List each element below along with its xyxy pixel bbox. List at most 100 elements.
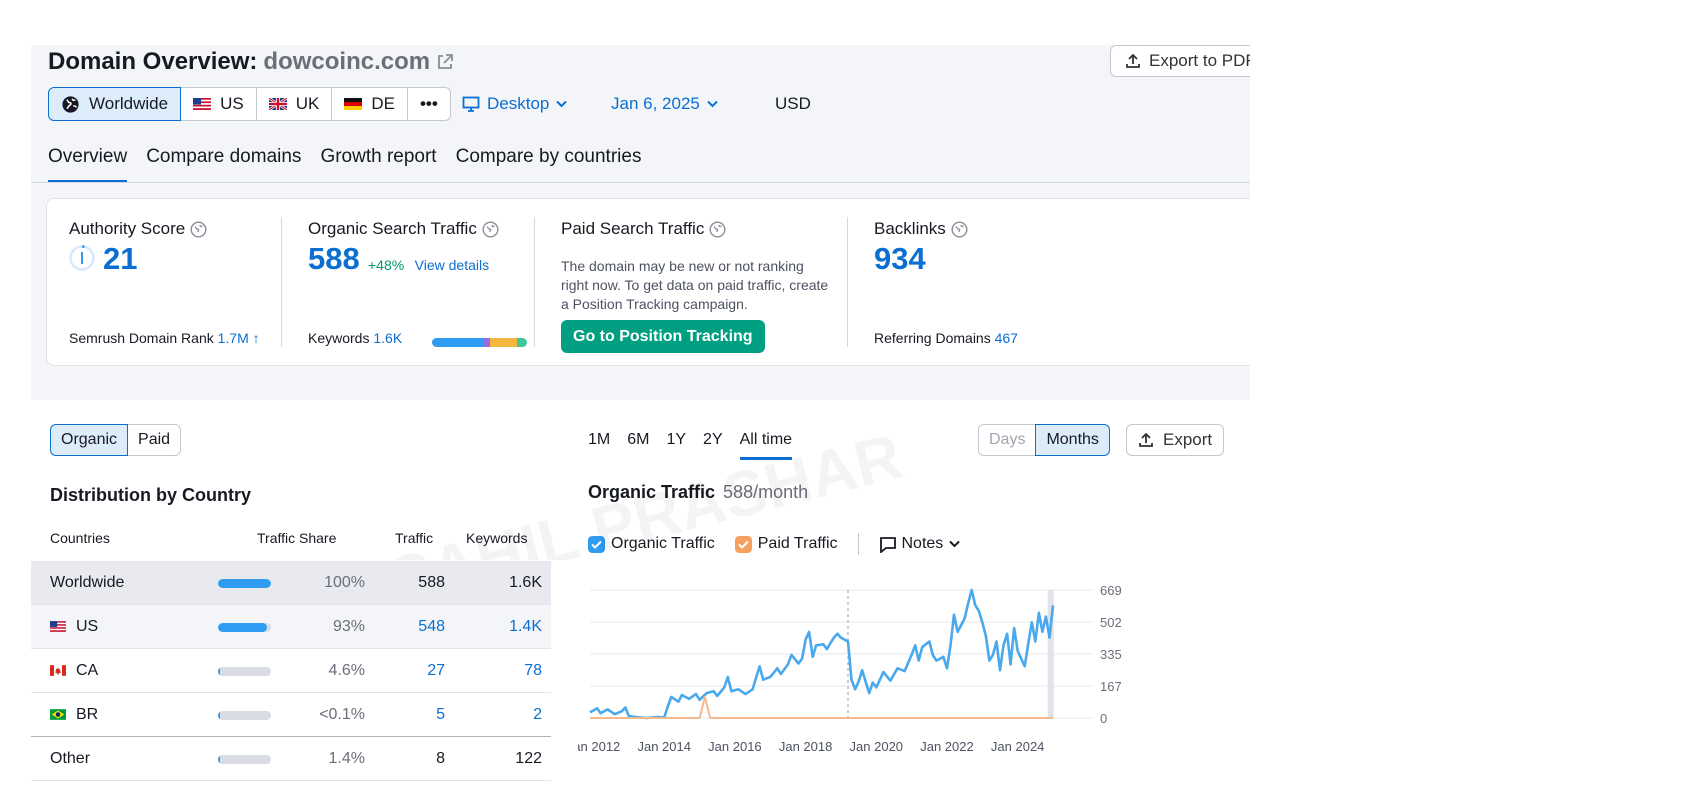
paid-traffic-label: Paid Search Traffic bbox=[561, 219, 726, 239]
traffic-value[interactable]: 27 bbox=[427, 649, 445, 693]
time-range-tabs: 1M 6M 1Y 2Y All time bbox=[588, 430, 809, 460]
tab-growth-report[interactable]: Growth report bbox=[320, 143, 436, 183]
traffic-value[interactable]: 5 bbox=[436, 693, 445, 737]
col-traffic[interactable]: Traffic bbox=[395, 530, 433, 546]
metric-divider bbox=[847, 217, 848, 347]
top-panel: Domain Overview: dowcoinc.com Export to … bbox=[31, 45, 1250, 400]
traffic-value[interactable]: 548 bbox=[418, 605, 445, 649]
globe-icon bbox=[62, 95, 79, 113]
organic-traffic-value[interactable]: 588 bbox=[308, 241, 360, 277]
table-row[interactable]: CA 4.6% 27 78 bbox=[31, 649, 551, 693]
organic-traffic-chart[interactable]: 0 167 335 502 669 Jan 2012 Jan 2014 Jan 2016 Jan… bbox=[578, 578, 1208, 778]
source-toggle: Organic Paid bbox=[50, 424, 182, 456]
keyword-intent-bar[interactable] bbox=[432, 338, 527, 347]
col-countries: Countries bbox=[50, 530, 110, 546]
region-more-button[interactable]: ••• bbox=[406, 87, 451, 121]
tab-compare-domains[interactable]: Compare domains bbox=[146, 143, 301, 183]
table-row[interactable]: BR <0.1% 5 2 bbox=[31, 693, 551, 737]
metric-divider bbox=[281, 217, 282, 347]
backlinks-title: Backlinks bbox=[874, 219, 946, 238]
legend-organic-toggle[interactable]: Organic Traffic bbox=[588, 535, 715, 553]
organic-traffic-title: Organic Search Traffic bbox=[308, 219, 477, 238]
share-fill bbox=[218, 711, 221, 720]
export-pdf-button[interactable]: Export to PDF bbox=[1110, 45, 1250, 77]
legend-organic-label: Organic Traffic bbox=[611, 535, 715, 552]
chart-title: Organic Traffic 588/month bbox=[588, 482, 808, 503]
device-dropdown[interactable]: Desktop bbox=[462, 87, 568, 121]
date-dropdown[interactable]: Jan 6, 2025 bbox=[611, 87, 718, 121]
info-icon[interactable] bbox=[190, 220, 207, 238]
chevron-down-icon bbox=[556, 100, 568, 108]
range-6m[interactable]: 6M bbox=[627, 430, 649, 460]
export-button[interactable]: Export bbox=[1126, 424, 1225, 456]
region-de-label: DE bbox=[371, 94, 395, 113]
traffic-share-value: 100% bbox=[324, 574, 365, 591]
keywords-value[interactable]: 78 bbox=[524, 649, 542, 693]
range-1m[interactable]: 1M bbox=[588, 430, 610, 460]
authority-score-label: Authority Score bbox=[69, 219, 207, 239]
granularity-toggle: Days Months bbox=[978, 424, 1110, 456]
granularity-days-button[interactable]: Days bbox=[978, 424, 1037, 456]
notes-dropdown[interactable]: Notes bbox=[879, 535, 961, 553]
col-traffic-share[interactable]: Traffic Share bbox=[257, 530, 336, 546]
metric-divider bbox=[534, 217, 535, 347]
device-label: Desktop bbox=[487, 94, 550, 113]
desktop-icon bbox=[462, 96, 480, 112]
export-label: Export bbox=[1163, 430, 1213, 449]
chart-legend: Organic Traffic Paid Traffic Notes bbox=[588, 532, 980, 556]
de-flag-icon bbox=[344, 98, 363, 110]
country-name: US bbox=[50, 605, 98, 649]
title-domain-link[interactable]: dowcoinc.com bbox=[263, 48, 430, 76]
range-1y[interactable]: 1Y bbox=[666, 430, 686, 460]
legend-paid-label: Paid Traffic bbox=[757, 535, 838, 552]
y-tick-label: 0 bbox=[1100, 711, 1107, 726]
country-name: Worldwide bbox=[50, 574, 125, 591]
view-details-link[interactable]: View details bbox=[415, 257, 489, 273]
tabs-divider bbox=[31, 182, 1250, 183]
range-2y[interactable]: 2Y bbox=[703, 430, 723, 460]
keywords-value: 1.6K bbox=[509, 574, 542, 591]
info-icon[interactable] bbox=[951, 220, 968, 238]
keywords-label: Keywords bbox=[308, 330, 370, 346]
country-name: Other bbox=[50, 750, 91, 767]
region-us[interactable]: US bbox=[180, 87, 257, 121]
info-icon[interactable] bbox=[709, 220, 726, 238]
referring-domains-value[interactable]: 467 bbox=[995, 330, 1018, 346]
source-paid-button[interactable]: Paid bbox=[127, 424, 182, 456]
source-organic-button[interactable]: Organic bbox=[50, 424, 129, 456]
go-to-position-tracking-button[interactable]: Go to Position Tracking bbox=[561, 320, 765, 353]
table-row[interactable]: US 93% 548 1.4K bbox=[31, 605, 551, 649]
traffic-share-bar bbox=[218, 667, 271, 676]
region-worldwide[interactable]: Worldwide bbox=[48, 87, 182, 121]
backlinks-value[interactable]: 934 bbox=[874, 241, 926, 277]
keywords-value[interactable]: 1.4K bbox=[509, 605, 542, 649]
traffic-share-value: <0.1% bbox=[319, 706, 365, 723]
paid-traffic-line bbox=[590, 696, 1053, 719]
keywords-value[interactable]: 1.6K bbox=[373, 330, 402, 346]
y-tick-label: 167 bbox=[1100, 679, 1122, 694]
main-tabs: Overview Compare domains Growth report C… bbox=[48, 143, 660, 183]
date-label: Jan 6, 2025 bbox=[611, 94, 700, 113]
table-row[interactable]: Worldwide 100% 588 1.6K bbox=[31, 561, 551, 605]
tab-compare-by-countries[interactable]: Compare by countries bbox=[456, 143, 642, 183]
region-de[interactable]: DE bbox=[331, 87, 408, 121]
legend-paid-toggle[interactable]: Paid Traffic bbox=[734, 535, 838, 553]
external-link-icon[interactable] bbox=[436, 53, 454, 71]
currency-label: USD bbox=[775, 94, 811, 113]
page-title: Domain Overview: dowcoinc.com bbox=[48, 47, 454, 77]
authority-score-value[interactable]: 21 bbox=[103, 241, 137, 277]
granularity-months-button[interactable]: Months bbox=[1035, 424, 1110, 456]
info-icon[interactable] bbox=[482, 220, 499, 238]
range-all-time[interactable]: All time bbox=[739, 430, 793, 460]
domain-rank-label: Semrush Domain Rank bbox=[69, 330, 214, 346]
y-tick-label: 335 bbox=[1100, 647, 1122, 662]
col-keywords[interactable]: Keywords bbox=[466, 530, 527, 546]
domain-rank-value[interactable]: 1.7M ↑ bbox=[218, 330, 260, 346]
notes-icon bbox=[879, 536, 896, 553]
region-uk[interactable]: UK bbox=[255, 87, 333, 121]
tab-overview[interactable]: Overview bbox=[48, 143, 128, 183]
keywords-value[interactable]: 2 bbox=[533, 693, 542, 737]
x-tick-label: Jan 2014 bbox=[637, 739, 691, 754]
table-row[interactable]: Other 1.4% 8 122 bbox=[31, 737, 551, 781]
traffic-share-value: 93% bbox=[332, 618, 365, 635]
